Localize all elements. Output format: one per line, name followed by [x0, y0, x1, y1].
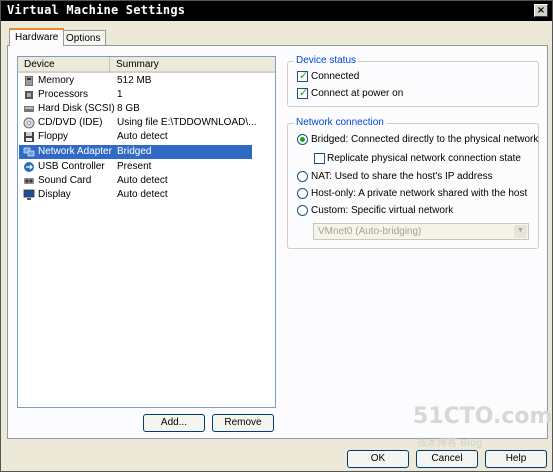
- device-row-usb[interactable]: USB Controller Present: [19, 160, 252, 174]
- add-device-button[interactable]: Add...: [143, 414, 205, 432]
- cd-icon: [23, 117, 35, 129]
- device-summary: Using file E:\TDDOWNLOAD\...: [117, 117, 257, 128]
- device-summary: 8 GB: [117, 103, 140, 114]
- cancel-button[interactable]: Cancel: [416, 450, 478, 468]
- device-list[interactable]: Device Summary Memory 512 MB Processors …: [17, 56, 276, 408]
- nat-radio[interactable]: [297, 171, 308, 182]
- connect-at-power-on-label: Connect at power on: [311, 88, 404, 99]
- device-row-display[interactable]: Display Auto detect: [19, 188, 252, 202]
- radio-selected-dot: [300, 137, 305, 142]
- tab-hardware-label: Hardware: [15, 32, 59, 43]
- device-name: Network Adapter: [38, 146, 112, 157]
- device-summary: Auto detect: [117, 175, 168, 186]
- device-row-cddvd[interactable]: CD/DVD (IDE) Using file E:\TDDOWNLOAD\..…: [19, 116, 256, 130]
- watermark-subtitle: 技术博客 Blog: [417, 438, 483, 449]
- display-icon: [23, 189, 35, 200]
- close-button[interactable]: ×: [534, 4, 548, 17]
- network-connection-legend: Network connection: [294, 117, 386, 128]
- device-status-legend: Device status: [294, 55, 359, 66]
- help-button[interactable]: Help: [485, 450, 547, 468]
- device-summary: Auto detect: [117, 189, 168, 200]
- watermark-logo: 51CTO.com: [413, 404, 553, 429]
- remove-device-button[interactable]: Remove: [212, 414, 274, 432]
- settings-window: Virtual Machine Settings × Hardware Opti…: [0, 0, 553, 472]
- device-summary: Present: [117, 161, 152, 172]
- network-icon: [23, 147, 35, 157]
- memory-icon: [25, 76, 33, 86]
- title-bar: Virtual Machine Settings ×: [1, 1, 552, 21]
- column-header-summary[interactable]: Summary: [110, 57, 275, 73]
- device-name: Hard Disk (SCSI): [38, 103, 115, 114]
- window-title: Virtual Machine Settings: [7, 3, 186, 17]
- connected-checkbox[interactable]: ✓: [297, 69, 309, 82]
- tab-options-label: Options: [66, 33, 101, 44]
- device-summary: 512 MB: [117, 75, 152, 86]
- checkmark-icon: ✓: [299, 69, 309, 82]
- device-name: USB Controller: [38, 161, 105, 172]
- device-name: Floppy: [38, 131, 69, 142]
- device-summary: 1: [117, 89, 123, 100]
- device-summary: Bridged: [117, 146, 152, 157]
- connect-at-power-on-checkbox[interactable]: ✓: [297, 86, 309, 99]
- vmnet-select[interactable]: VMnet0 (Auto-bridging) ▼: [313, 223, 529, 240]
- bridged-radio[interactable]: [297, 134, 308, 145]
- device-row-harddisk[interactable]: Hard Disk (SCSI) 8 GB: [19, 102, 252, 116]
- replicate-state-checkbox[interactable]: [314, 153, 325, 164]
- device-row-sound[interactable]: Sound Card Auto detect: [19, 174, 252, 188]
- replicate-state-label: Replicate physical network connection st…: [327, 153, 521, 164]
- bridged-label: Bridged: Connected directly to the physi…: [311, 134, 539, 145]
- floppy-icon: [24, 132, 34, 142]
- tab-hardware[interactable]: Hardware: [9, 28, 65, 46]
- connected-label: Connected: [311, 71, 360, 82]
- device-row-processors[interactable]: Processors 1: [19, 88, 252, 102]
- column-header-device[interactable]: Device: [18, 57, 110, 73]
- device-name: Sound Card: [38, 175, 92, 186]
- custom-label: Custom: Specific virtual network: [311, 205, 454, 216]
- custom-radio[interactable]: [297, 205, 308, 216]
- device-name: Display: [38, 189, 71, 200]
- harddisk-icon: [24, 106, 34, 112]
- device-name: Memory: [38, 75, 75, 86]
- chevron-down-icon: ▼: [514, 225, 527, 238]
- vmnet-select-value: VMnet0 (Auto-bridging): [318, 226, 422, 237]
- device-row-memory[interactable]: Memory 512 MB: [19, 74, 252, 88]
- tab-options[interactable]: Options: [60, 30, 107, 45]
- sound-icon: [24, 178, 34, 184]
- processor-icon: [25, 91, 33, 99]
- device-summary: Auto detect: [117, 131, 168, 142]
- nat-label: NAT: Used to share the host's IP address: [311, 171, 493, 182]
- host-only-radio[interactable]: [297, 188, 308, 199]
- device-name: Processors: [38, 89, 89, 100]
- ok-button[interactable]: OK: [347, 450, 409, 468]
- usb-icon: [24, 162, 34, 172]
- close-icon: ×: [536, 5, 546, 16]
- host-only-label: Host-only: A private network shared with…: [311, 188, 528, 199]
- device-name: CD/DVD (IDE): [38, 117, 103, 128]
- device-row-network-adapter[interactable]: Network Adapter Bridged: [19, 145, 252, 159]
- checkmark-icon: ✓: [299, 86, 309, 99]
- device-row-floppy[interactable]: Floppy Auto detect: [19, 130, 252, 144]
